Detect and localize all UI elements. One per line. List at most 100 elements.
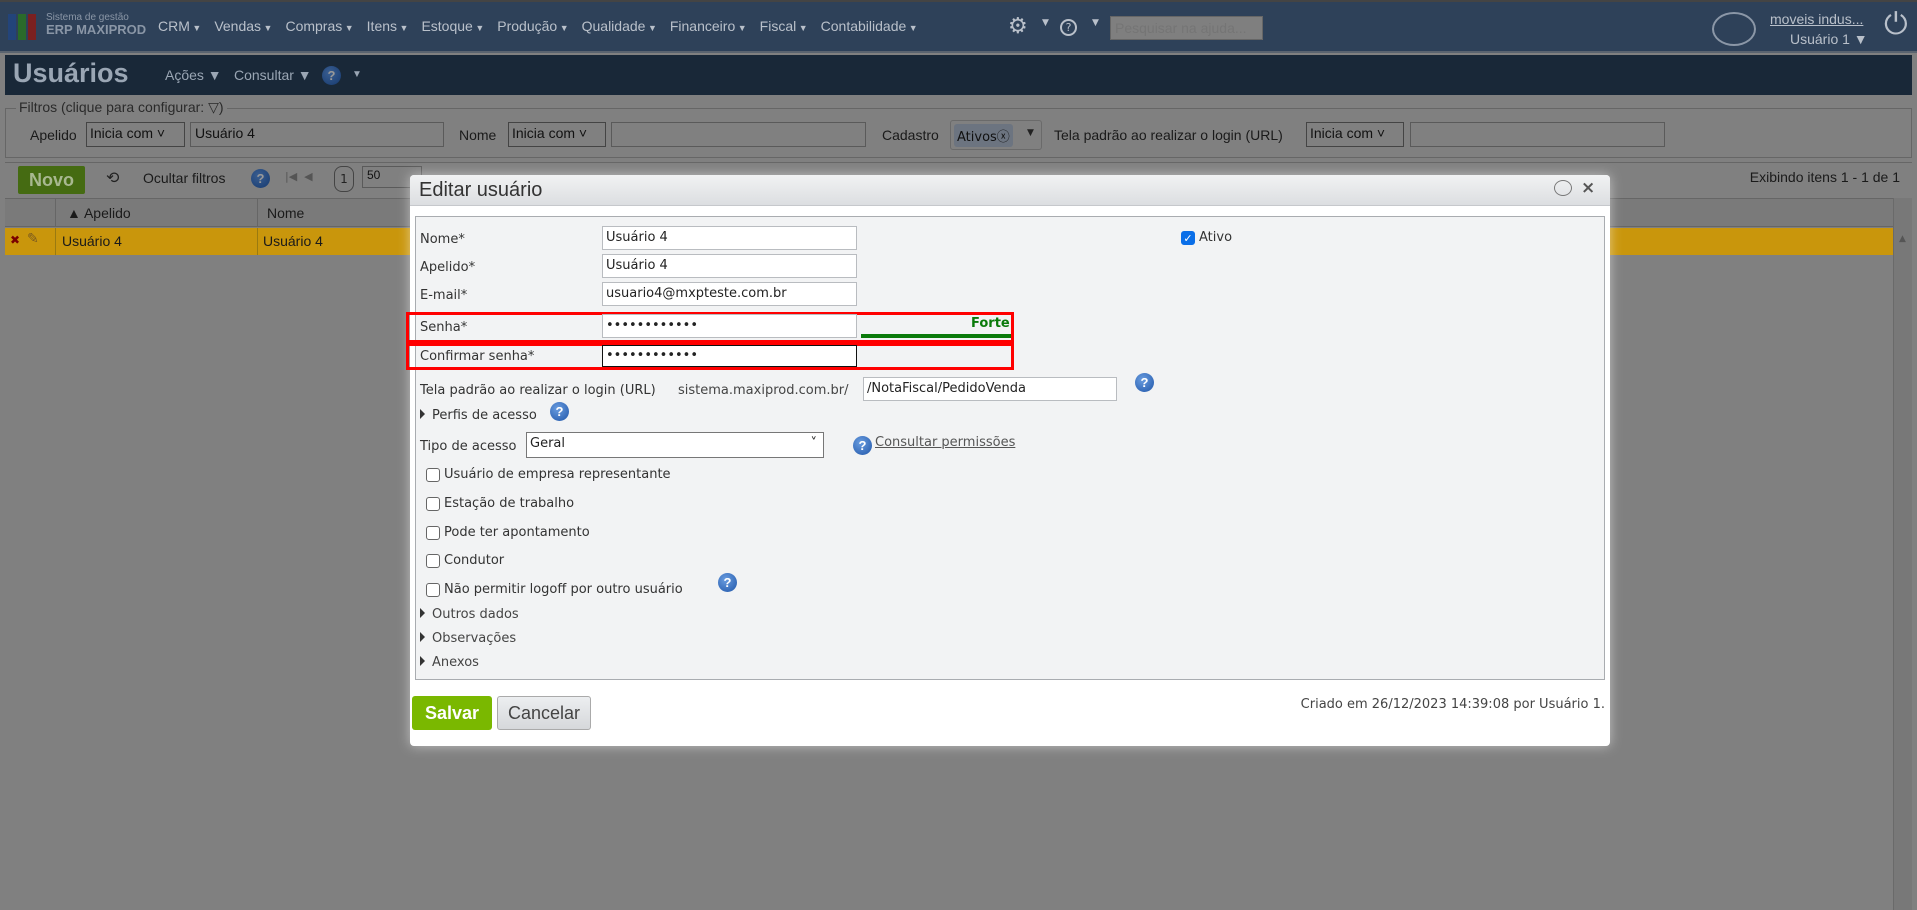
consult-permissions-link[interactable]: Consultar permissões (875, 435, 1015, 450)
column-apelido[interactable]: ▲ Apelido (67, 205, 131, 221)
menu-crm[interactable]: CRM (158, 18, 201, 34)
senha-label: Senha* (420, 320, 468, 335)
email-input[interactable]: usuario4@mxpteste.com.br (602, 282, 857, 306)
page-title: Usuários (13, 58, 129, 88)
menu-compras[interactable]: Compras (285, 18, 353, 34)
more-dropdown[interactable]: ▼ (352, 69, 362, 80)
comment-icon[interactable] (1554, 180, 1572, 196)
column-nome[interactable]: Nome (267, 205, 304, 221)
confirm-label: Confirmar senha* (420, 349, 535, 364)
filter-cadastro-label: Cadastro (882, 127, 939, 143)
section-observacoes[interactable]: Observações (420, 631, 516, 646)
main-menu: CRM Vendas Compras Itens Estoque Produçã… (158, 18, 918, 34)
power-icon[interactable]: ⏻ (1884, 10, 1908, 40)
caret-right-icon (420, 656, 425, 666)
showing-items: Exibindo itens 1 - 1 de 1 (1749, 169, 1900, 185)
funnel-icon: ▽ (208, 99, 219, 115)
tela-label: Tela padrão ao realizar o login (URL) (420, 383, 656, 398)
first-page-icon[interactable]: |◀ ◀ (285, 170, 313, 183)
section-anexos[interactable]: Anexos (420, 655, 479, 670)
save-button[interactable]: Salvar (412, 696, 492, 730)
company-link[interactable]: moveis indus... (1770, 11, 1863, 27)
filter-apelido-op[interactable]: Inicia com ˅ (86, 122, 185, 147)
menu-financeiro[interactable]: Financeiro (670, 18, 747, 34)
perfis-toggle[interactable]: Perfis de acesso (420, 408, 537, 423)
dialog-title: Editar usuário (419, 179, 543, 201)
menu-itens[interactable]: Itens (367, 18, 409, 34)
filter-tela-op[interactable]: Inicia com ˅ (1306, 122, 1404, 147)
email-label: E-mail* (420, 288, 468, 303)
help-search-input[interactable] (1110, 16, 1263, 40)
dialog-titlebar: Editar usuário × (410, 175, 1610, 206)
filter-apelido-label: Apelido (30, 127, 77, 143)
consult-menu[interactable]: Consultar ▼ (234, 67, 312, 83)
menu-contabilidade[interactable]: Contabilidade (821, 18, 918, 34)
filter-nome-input[interactable] (611, 122, 866, 147)
edit-pencil-icon[interactable]: ✎ (27, 231, 39, 247)
top-nav-bar: Sistema de gestãoERP MAXIPROD CRM Vendas… (0, 0, 1917, 53)
menu-estoque[interactable]: Estoque (421, 18, 484, 34)
checkbox-logoff[interactable]: Não permitir logoff por outro usuário (426, 582, 683, 597)
apelido-input[interactable]: Usuário 4 (602, 254, 857, 278)
nome-input[interactable]: Usuário 4 (602, 226, 857, 250)
menu-qualidade[interactable]: Qualidade (582, 18, 657, 34)
section-outros-dados[interactable]: Outros dados (420, 607, 519, 622)
dialog-form: Nome* Usuário 4 Apelido* Usuário 4 E-mai… (406, 216, 1605, 680)
close-icon[interactable]: × (1581, 178, 1595, 198)
checkbox-apontamento[interactable]: Pode ter apontamento (426, 525, 590, 540)
filter-cadastro-select[interactable]: Ativosⓧ ▼ (950, 120, 1042, 150)
menu-fiscal[interactable]: Fiscal (760, 18, 808, 34)
page-number[interactable]: 1 (334, 166, 354, 192)
new-button[interactable]: Novo (18, 166, 85, 194)
ativo-checkbox[interactable]: ✓ Ativo (1181, 230, 1232, 245)
help-circle-icon[interactable]: ? (1060, 19, 1077, 36)
filters-legend[interactable]: Filtros (clique para configurar: ▽) (16, 99, 227, 116)
menu-vendas[interactable]: Vendas (214, 18, 272, 34)
delete-icon[interactable]: ✖ (10, 233, 20, 247)
chevron-down-icon: ˅ (810, 436, 818, 451)
help-dropdown-icon[interactable]: ▼ (1092, 18, 1099, 28)
tela-help-icon[interactable]: ? (1135, 373, 1154, 392)
caret-right-icon (420, 608, 425, 618)
strength-label: Forte (971, 316, 1010, 331)
logo[interactable]: Sistema de gestão ERP MAXIPROD (46, 12, 146, 36)
confirm-senha-input[interactable]: •••••••••••• (602, 345, 857, 367)
gear-dropdown-icon[interactable]: ▼ (1042, 18, 1049, 28)
tipo-select[interactable]: Geral ˅ (526, 432, 824, 458)
help-icon[interactable]: ? (322, 66, 341, 85)
grid-scrollbar[interactable]: ▲ (1893, 198, 1912, 910)
chat-icon[interactable] (1712, 12, 1756, 46)
perfis-help-icon[interactable]: ? (550, 402, 569, 421)
checkbox-estacao[interactable]: Estação de trabalho (426, 496, 574, 511)
tela-input[interactable]: /NotaFiscal/PedidoVenda (863, 377, 1117, 401)
user-menu[interactable]: Usuário 1 ▼ (1790, 31, 1868, 47)
created-info: Criado em 26/12/2023 14:39:08 por Usuári… (1300, 697, 1605, 712)
checkbox-representante[interactable]: Usuário de empresa representante (426, 467, 671, 482)
refresh-icon[interactable]: ⟲ (106, 168, 119, 187)
chip-ativos[interactable]: Ativosⓧ (954, 124, 1013, 147)
page-header: Usuários Ações ▼ Consultar ▼ ? ▼ (5, 55, 1912, 95)
toolbar-help-icon[interactable]: ? (251, 169, 270, 188)
filter-tela-input[interactable] (1410, 122, 1665, 147)
chevron-down-icon: ▼ (1027, 128, 1034, 138)
logoff-help-icon[interactable]: ? (718, 573, 737, 592)
hide-filters-button[interactable]: Ocultar filtros (143, 170, 225, 186)
filter-apelido-input[interactable]: Usuário 4 (190, 122, 444, 147)
filter-nome-op[interactable]: Inicia com ˅ (508, 122, 606, 147)
menu-producao[interactable]: Produção (497, 18, 568, 34)
senha-input[interactable]: •••••••••••• (602, 314, 857, 338)
edit-user-dialog: Editar usuário × Nome* Usuário 4 Apelido… (406, 175, 1610, 746)
logo-icon (8, 14, 38, 40)
gear-icon[interactable]: ⚙ (1008, 14, 1028, 39)
tela-prefix: sistema.maxiprod.com.br/ (678, 383, 849, 398)
cancel-button[interactable]: Cancelar (497, 696, 591, 730)
checkbox-condutor[interactable]: Condutor (426, 553, 504, 568)
tipo-help-icon[interactable]: ? (853, 436, 872, 455)
nome-label: Nome* (420, 232, 465, 247)
tipo-label: Tipo de acesso (420, 439, 517, 454)
caret-right-icon (420, 409, 425, 419)
caret-right-icon (420, 632, 425, 642)
apelido-label: Apelido* (420, 260, 476, 275)
actions-menu[interactable]: Ações ▼ (165, 67, 222, 83)
check-icon: ✓ (1181, 230, 1195, 245)
